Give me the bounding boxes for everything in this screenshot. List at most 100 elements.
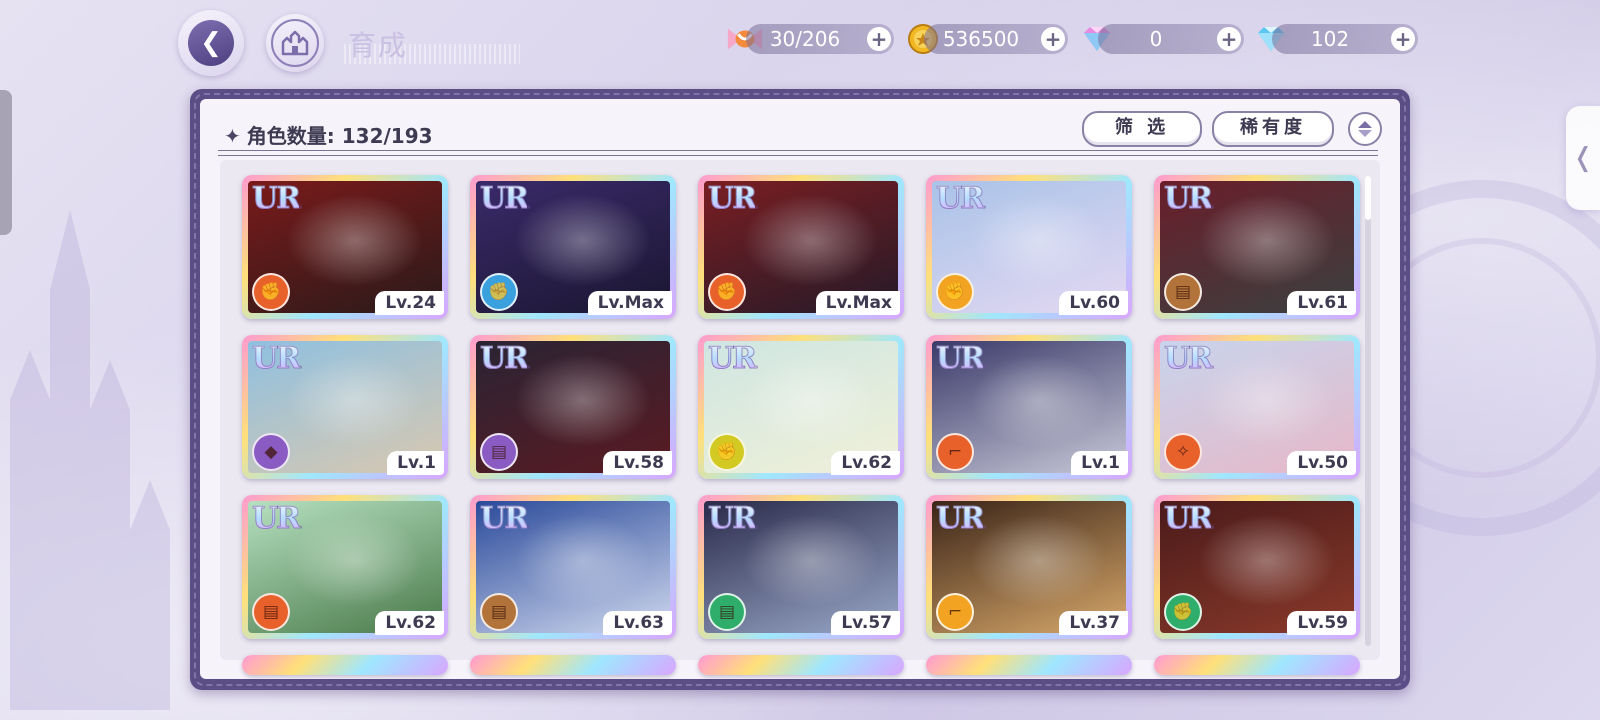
character-card-partial[interactable] [1154,655,1360,675]
attribute-badge: ▤ [480,433,518,471]
sort-order-button[interactable] [1348,112,1382,146]
attribute-badge: ✊ [708,273,746,311]
level-label: Lv.59 [1287,611,1356,635]
attribute-badge: ▤ [480,593,518,631]
attribute-badge: ▤ [708,593,746,631]
rarity-badge: UR [1163,341,1213,377]
attribute-badge: ⌐ [936,433,974,471]
character-card[interactable]: UR ⌐ Lv.1 [926,335,1132,479]
castle-home-icon [281,30,309,56]
home-button[interactable] [266,14,324,72]
left-edge-tab[interactable] [0,90,12,235]
book-icon: ▤ [718,602,736,622]
rarity-badge: UR [1163,181,1213,217]
paid-gem-counter: 0 + [1098,24,1244,54]
level-label: Lv.61 [1287,291,1356,315]
rarity-badge: UR [935,341,985,377]
character-card[interactable]: UR ▤ Lv.58 [470,335,676,479]
chevron-left-icon: ❬ [1572,143,1594,173]
character-card[interactable]: UR ✊ Lv.60 [926,175,1132,319]
attribute-badge: ✊ [708,433,746,471]
level-label: Lv.24 [375,291,444,315]
character-card-partial[interactable] [698,655,904,675]
level-label: Lv.Max [815,291,900,315]
attribute-badge: ▤ [252,593,290,631]
character-card[interactable]: UR ✊ Lv.24 [242,175,448,319]
add-free-gem-button[interactable]: + [1391,27,1415,51]
wand-icon: ✧ [1175,442,1191,462]
sort-down-icon [1358,130,1372,137]
add-stamina-button[interactable]: + [867,27,891,51]
level-label: Lv.62 [375,611,444,635]
count-value: 132/193 [341,124,433,148]
character-count: ✦ 角色数量: 132/193 [224,120,433,149]
rarity-badge: UR [935,181,985,217]
back-button[interactable]: ❮ [178,10,244,76]
add-gold-button[interactable]: + [1041,27,1065,51]
sort-up-icon [1358,121,1372,128]
character-card[interactable]: UR ✊ Lv.59 [1154,495,1360,639]
level-label: Lv.63 [603,611,672,635]
level-label: Lv.1 [387,451,444,475]
character-card[interactable]: UR ✊ Lv.Max [470,175,676,319]
side-drawer-toggle[interactable]: ❬ [1566,106,1600,210]
fist-icon: ✊ [716,442,738,462]
book-icon: ▤ [262,602,280,622]
count-label: 角色数量: [246,124,335,148]
stamina-value: 30/206 [769,27,841,51]
attribute-badge: ▤ [1164,273,1202,311]
rarity-badge: UR [935,501,985,537]
rarity-badge: UR [251,501,301,537]
rarity-badge: UR [251,341,301,377]
scrollbar-thumb[interactable] [1365,176,1371,220]
character-card[interactable]: UR ▤ Lv.57 [698,495,904,639]
free-gem-value: 102 [1310,27,1350,51]
rarity-badge: UR [707,181,757,217]
character-card[interactable]: UR ▤ Lv.63 [470,495,676,639]
divider [218,150,1378,156]
character-card-partial[interactable] [470,655,676,675]
level-label: Lv.62 [831,451,900,475]
paid-gem-value: 0 [1149,27,1163,51]
level-label: Lv.1 [1071,451,1128,475]
attribute-badge: ✊ [1164,593,1202,631]
attribute-badge: ◆ [252,433,290,471]
character-card[interactable]: UR ▤ Lv.62 [242,495,448,639]
character-card-partial[interactable] [926,655,1132,675]
rarity-badge: UR [1163,501,1213,537]
book-icon: ▤ [1174,282,1192,302]
fist-icon: ✊ [944,282,966,302]
add-paid-gem-button[interactable]: + [1217,27,1241,51]
character-card[interactable]: UR ✊ Lv.62 [698,335,904,479]
rarity-badge: UR [707,341,757,377]
level-label: Lv.60 [1059,291,1128,315]
boot-icon: ⌐ [947,602,963,622]
scrollbar[interactable] [1365,176,1371,646]
level-label: Lv.58 [603,451,672,475]
sparkle-icon: ✦ [224,124,241,148]
character-card[interactable]: UR ✧ Lv.50 [1154,335,1360,479]
level-label: Lv.57 [831,611,900,635]
character-card[interactable]: UR ▤ Lv.61 [1154,175,1360,319]
fist-icon: ✊ [260,282,282,302]
attribute-badge: ✊ [936,273,974,311]
filter-button[interactable]: 筛 选 [1082,111,1202,147]
boot-icon: ⌐ [947,442,963,462]
free-gem-counter: 102 + [1272,24,1418,54]
character-card[interactable]: UR ◆ Lv.1 [242,335,448,479]
castle-silhouette [10,210,170,710]
gold-value: 536500 [942,27,1020,51]
fist-icon: ✊ [1172,602,1194,622]
rarity-badge: UR [251,181,301,217]
rarity-sort-button[interactable]: 稀有度 [1212,111,1334,147]
page-title: 育成 [348,29,409,62]
level-label: Lv.37 [1059,611,1128,635]
attribute-badge: ✊ [480,273,518,311]
character-card-partial[interactable] [242,655,448,675]
book-icon: ▤ [490,442,508,462]
back-arrow-icon: ❮ [200,28,222,58]
stamina-counter: 30/206 + [746,24,894,54]
character-card[interactable]: UR ✊ Lv.Max [698,175,904,319]
character-card[interactable]: UR ⌐ Lv.37 [926,495,1132,639]
book-icon: ▤ [490,602,508,622]
